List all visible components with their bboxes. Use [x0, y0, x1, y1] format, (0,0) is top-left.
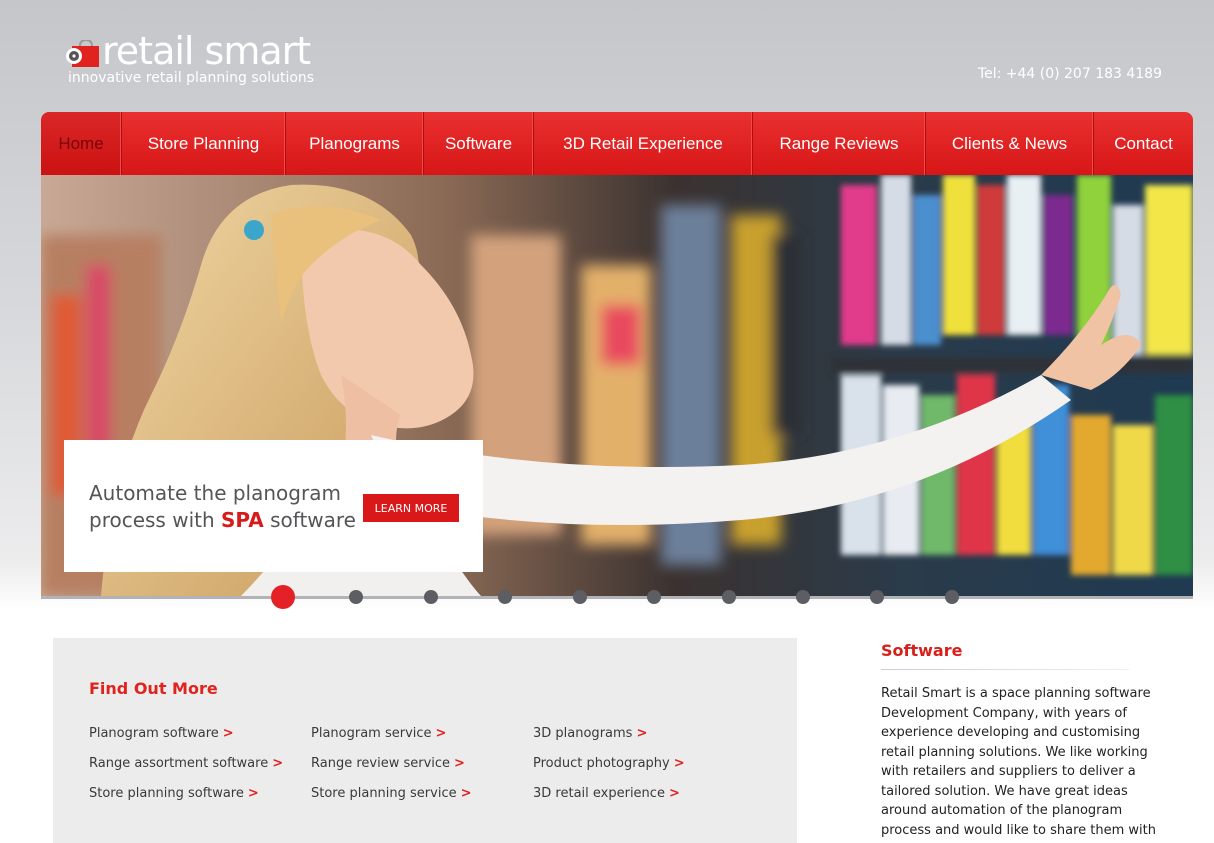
- link-range-review-service[interactable]: Range review service >: [311, 755, 472, 785]
- nav-clients-news[interactable]: Clients & News: [926, 112, 1094, 175]
- slider-dot-10[interactable]: [945, 590, 959, 604]
- site-logo[interactable]: retail smart innovative retail planning …: [58, 30, 348, 92]
- arrow-icon: >: [272, 756, 284, 771]
- arrow-icon: >: [222, 726, 234, 741]
- link-column-1: Planogram software > Range assortment sof…: [89, 725, 283, 815]
- main-nav: Home Store Planning Planograms Software …: [41, 112, 1193, 175]
- software-section-title: Software: [881, 641, 963, 660]
- arrow-icon: >: [435, 726, 447, 741]
- arrow-icon: >: [636, 726, 648, 741]
- slider-dot-4[interactable]: [498, 590, 512, 604]
- link-3d-planograms[interactable]: 3D planograms >: [533, 725, 685, 755]
- nav-range-reviews[interactable]: Range Reviews: [753, 112, 926, 175]
- link-store-planning-software[interactable]: Store planning software >: [89, 785, 283, 815]
- promo-highlight: SPA: [221, 508, 264, 532]
- slider-dot-9[interactable]: [870, 590, 884, 604]
- promo-line-2-prefix: process with: [89, 508, 222, 532]
- slider-dot-5[interactable]: [573, 590, 587, 604]
- promo-line-2-suffix: software: [263, 508, 356, 532]
- slider-dot-6[interactable]: [647, 590, 661, 604]
- software-divider: [881, 669, 1129, 670]
- arrow-icon: >: [673, 756, 685, 771]
- link-3d-retail-experience[interactable]: 3D retail experience >: [533, 785, 685, 815]
- link-range-assortment-software[interactable]: Range assortment software >: [89, 755, 283, 785]
- arrow-icon: >: [247, 786, 259, 801]
- arrow-icon: >: [460, 786, 472, 801]
- slider-dot-7[interactable]: [722, 590, 736, 604]
- link-column-2: Planogram service > Range review service >…: [311, 725, 472, 815]
- arrow-icon: >: [454, 756, 465, 771]
- software-description: Retail Smart is a space planning softwar…: [881, 686, 1156, 838]
- arrow-icon: >: [668, 786, 680, 801]
- nav-planograms[interactable]: Planograms: [286, 112, 424, 175]
- link-planogram-service[interactable]: Planogram service >: [311, 725, 472, 755]
- shopping-bag-icon: [66, 40, 99, 67]
- logo-wordmark: retail smart: [102, 29, 311, 73]
- slider-dot-3[interactable]: [424, 590, 438, 604]
- nav-software[interactable]: Software: [424, 112, 534, 175]
- nav-store-planning[interactable]: Store Planning: [122, 112, 286, 175]
- slider-track: [41, 596, 1193, 599]
- link-column-3: 3D planograms > Product photography > 3D r…: [533, 725, 685, 815]
- nav-3d-retail-experience[interactable]: 3D Retail Experience: [534, 112, 753, 175]
- promo-line-1: Automate the planogram: [89, 481, 341, 505]
- logo-tagline: innovative retail planning solutions: [68, 70, 315, 86]
- nav-contact[interactable]: Contact: [1094, 112, 1193, 175]
- promo-box: Automate the planogram process with SPA …: [64, 440, 483, 572]
- phone-number: Tel: +44 (0) 207 183 4189: [977, 66, 1162, 82]
- slider-dot-8[interactable]: [796, 590, 810, 604]
- learn-more-button[interactable]: LEARN MORE: [363, 494, 459, 522]
- promo-headline: Automate the planogram process with SPA …: [89, 480, 359, 534]
- find-out-more-title: Find Out More: [89, 679, 218, 698]
- link-product-photography[interactable]: Product photography >: [533, 755, 685, 785]
- slider-dot-1[interactable]: [271, 585, 295, 609]
- slider-dot-2[interactable]: [349, 590, 363, 604]
- find-out-more-panel: Find Out More Planogram software > Range …: [53, 638, 797, 843]
- link-store-planning-service[interactable]: Store planning service >: [311, 785, 472, 815]
- nav-home[interactable]: Home: [41, 112, 122, 175]
- link-planogram-software[interactable]: Planogram software >: [89, 725, 283, 755]
